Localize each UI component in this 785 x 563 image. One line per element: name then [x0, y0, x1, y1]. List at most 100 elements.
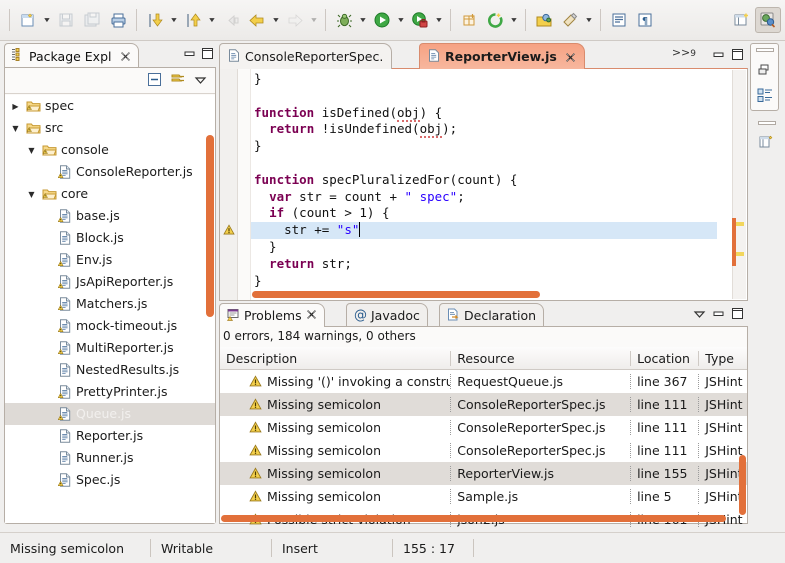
maximize-icon[interactable] — [731, 48, 744, 64]
tree-item-spec[interactable]: spec — [5, 95, 215, 117]
external-tools-dropdown[interactable] — [433, 7, 445, 33]
table-row[interactable]: Missing semicolon ReporterView.js line 155… — [220, 462, 747, 485]
table-row[interactable]: Missing semicolon ConsoleReporterSpec.js l… — [220, 439, 747, 462]
tab-reporter-view[interactable]: ReporterView.js — [419, 43, 585, 69]
tree-item-mock-timeout-js[interactable]: mock-timeout.js — [5, 315, 215, 337]
code-line[interactable]: function isDefined(obj) { — [251, 104, 717, 122]
collapse-arrow-icon[interactable] — [25, 146, 38, 155]
code-line[interactable]: } — [251, 273, 717, 290]
new-perspective-icon[interactable] — [758, 134, 775, 153]
minimize-icon[interactable] — [183, 47, 196, 63]
save-all-button[interactable] — [79, 7, 105, 33]
gutter-warning-icon[interactable] — [223, 224, 235, 236]
tree-item-block-js[interactable]: Block.js — [5, 227, 215, 249]
column-header-resource[interactable]: Resource — [450, 350, 630, 366]
previous-annotation-button[interactable] — [180, 7, 206, 33]
problems-horizontal-scrollbar[interactable] — [221, 515, 726, 522]
problems-vertical-scrollbar[interactable] — [739, 455, 746, 515]
close-icon[interactable] — [306, 308, 317, 323]
restore-view-icon[interactable] — [757, 63, 772, 80]
tree-item-multireporter-js[interactable]: MultiReporter.js — [5, 337, 215, 359]
tree-item-src[interactable]: src — [5, 117, 215, 139]
tree-item-nestedresults-js[interactable]: NestedResults.js — [5, 359, 215, 381]
tree-item-console[interactable]: console — [5, 139, 215, 161]
column-header-location[interactable]: Location — [630, 350, 698, 366]
tree-item-base-js[interactable]: base.js — [5, 205, 215, 227]
new-package-button[interactable] — [456, 7, 482, 33]
search-button[interactable] — [557, 7, 583, 33]
tree-item-reporter-js[interactable]: Reporter.js — [5, 425, 215, 447]
view-menu-icon[interactable] — [194, 74, 207, 88]
maximize-icon[interactable] — [731, 307, 744, 323]
collapse-all-icon[interactable] — [147, 72, 162, 90]
collapse-arrow-icon[interactable] — [25, 190, 38, 199]
link-with-editor-icon[interactable] — [170, 72, 186, 90]
forward-button[interactable] — [282, 7, 308, 33]
open-type-button[interactable] — [531, 7, 557, 33]
show-whitespace-button[interactable]: ¶ — [632, 7, 658, 33]
restore-icon[interactable] — [755, 48, 774, 52]
tree-item-consolereporter-js[interactable]: ConsoleReporter.js — [5, 161, 215, 183]
back-button[interactable] — [244, 7, 270, 33]
table-row[interactable]: Missing '()' invoking a constru RequestQu… — [220, 370, 747, 393]
code-line[interactable] — [251, 155, 717, 172]
tree-item-spec-js[interactable]: Spec.js — [5, 469, 215, 491]
close-icon[interactable] — [565, 51, 576, 62]
run-dropdown[interactable] — [395, 7, 407, 33]
tree-item-queue-js[interactable]: Queue.js — [5, 403, 215, 425]
package-explorer-scrollbar[interactable] — [206, 135, 214, 317]
last-edit-location-button[interactable] — [218, 7, 244, 33]
run-button[interactable] — [369, 7, 395, 33]
debug-dropdown[interactable] — [357, 7, 369, 33]
new-javascript-file-dropdown[interactable] — [508, 7, 520, 33]
tree-item-core[interactable]: core — [5, 183, 215, 205]
new-javascript-file-button[interactable] — [482, 7, 508, 33]
code-line[interactable]: function specPluralizedFor(count) { — [251, 172, 717, 189]
editor-horizontal-scrollbar[interactable] — [252, 291, 540, 298]
save-button[interactable] — [53, 7, 79, 33]
editor-folding-gutter[interactable] — [238, 69, 251, 300]
tree-item-runner-js[interactable]: Runner.js — [5, 447, 215, 469]
print-button[interactable] — [105, 7, 131, 33]
table-row[interactable]: Missing semicolon ConsoleReporterSpec.js l… — [220, 416, 747, 439]
tab-console-reporter-spec[interactable]: ConsoleReporterSpec. — [219, 43, 393, 69]
column-header-description[interactable]: Description — [220, 351, 450, 366]
editor-tab-overflow[interactable]: >> 9 — [672, 46, 696, 59]
code-line[interactable]: return !isUndefined(obj); — [251, 121, 717, 139]
problems-table[interactable]: Description Resource Location Type Missi… — [220, 347, 747, 527]
outline-view-icon[interactable] — [757, 88, 773, 106]
view-menu-icon[interactable] — [693, 308, 706, 322]
javascript-perspective-button[interactable] — [755, 7, 781, 33]
previous-annotation-dropdown[interactable] — [206, 7, 218, 33]
expand-arrow-icon[interactable] — [9, 102, 22, 111]
overview-viewport-marker[interactable] — [732, 218, 736, 266]
new-wizard-dropdown[interactable] — [41, 7, 53, 33]
close-icon[interactable] — [120, 50, 131, 61]
open-perspective-button[interactable] — [729, 7, 755, 33]
code-line[interactable] — [251, 88, 717, 105]
table-row[interactable]: Missing semicolon Sample.js line 5 JSHint — [220, 485, 747, 508]
column-header-type[interactable]: Type — [698, 350, 747, 366]
debug-button[interactable] — [331, 7, 357, 33]
search-dropdown[interactable] — [583, 7, 595, 33]
new-wizard-button[interactable] — [15, 7, 41, 33]
code-line[interactable]: return str; — [251, 256, 717, 273]
next-annotation-button[interactable] — [142, 7, 168, 33]
collapse-arrow-icon[interactable] — [9, 124, 22, 133]
perspective-bar-handle[interactable] — [757, 121, 776, 125]
package-explorer-tree[interactable]: spec src console ConsoleReporter.js core base… — [5, 95, 215, 523]
tab-problems[interactable]: Problems — [219, 303, 325, 327]
tab-javadoc[interactable]: @ Javadoc — [346, 303, 428, 327]
toggle-block-selection-button[interactable] — [606, 7, 632, 33]
overview-warning-marker[interactable] — [735, 252, 744, 256]
code-editor-text[interactable]: } function isDefined(obj) { return !isUn… — [251, 69, 717, 300]
tab-package-explorer[interactable]: Package Expl — [4, 43, 139, 68]
overview-warning-marker[interactable] — [735, 222, 744, 226]
table-row[interactable]: Missing semicolon ConsoleReporterSpec.js l… — [220, 393, 747, 416]
tab-declaration[interactable]: Declaration — [439, 303, 545, 327]
code-line[interactable]: } — [251, 239, 717, 256]
forward-dropdown[interactable] — [308, 7, 320, 33]
minimize-icon[interactable] — [712, 307, 725, 323]
external-tools-button[interactable] — [407, 7, 433, 33]
next-annotation-dropdown[interactable] — [168, 7, 180, 33]
